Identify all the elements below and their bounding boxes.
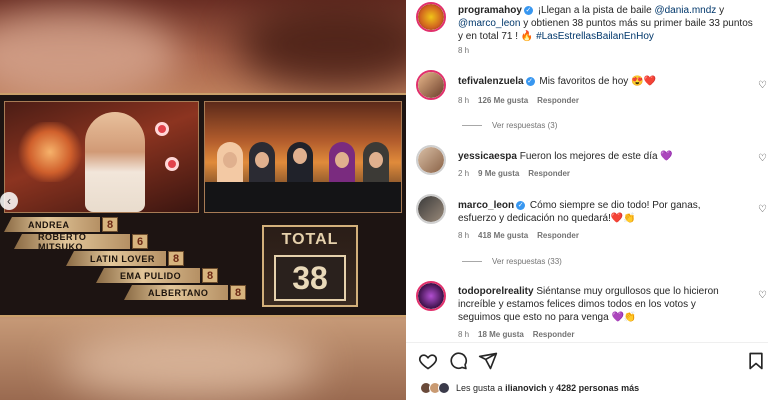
chevron-left-icon[interactable]: ‹ <box>0 192 18 210</box>
share-icon[interactable] <box>478 351 498 371</box>
total-label: TOTAL <box>281 231 339 248</box>
stage-light <box>155 122 169 136</box>
verified-badge-icon: ✓ <box>516 200 526 210</box>
tv-frame: ANDREA 8 ROBERTO MITSUKO 6 LATIN LOVER 8… <box>0 93 406 317</box>
likes-count[interactable]: 4282 personas más <box>556 383 639 393</box>
liker-avatar <box>438 382 450 394</box>
comment-time: 8 h <box>458 231 470 240</box>
comment-time: 2 h <box>458 169 470 178</box>
view-replies-button[interactable]: Ver respuestas (33) <box>462 257 562 266</box>
heart-icon[interactable]: ♡ <box>758 290 767 301</box>
judges-panel-image <box>204 101 402 213</box>
comment-author[interactable]: yessicaespa <box>458 151 517 162</box>
judge-score: 8 <box>230 285 246 300</box>
post-author[interactable]: programahoy <box>458 5 522 16</box>
judge-head <box>255 152 269 168</box>
comment-likes[interactable]: 9 Me gusta <box>478 169 519 178</box>
comment-author[interactable]: tefivalenzuela <box>458 76 524 87</box>
avatar[interactable] <box>416 2 446 32</box>
comment-likes[interactable]: 126 Me gusta <box>478 96 528 105</box>
score-row-andrea: ANDREA 8 <box>4 217 118 232</box>
judge-name: ANDREA <box>4 217 100 232</box>
judge-head <box>369 152 383 168</box>
total-value-frame: 38 <box>274 255 346 301</box>
comment-meta: 8 h 126 Me gusta Responder <box>458 96 579 105</box>
comment-meta: 2 h 9 Me gusta Responder <box>458 169 570 178</box>
post-time: 8 h <box>458 46 470 55</box>
judges-desk <box>205 182 401 212</box>
verified-badge-icon: ✓ <box>523 5 533 15</box>
post-media: ANDREA 8 ROBERTO MITSUKO 6 LATIN LOVER 8… <box>0 0 406 400</box>
score-row-albertano: ALBERTANO 8 <box>124 285 246 300</box>
likes-summary: Les gusta a ilianovich y 4282 personas m… <box>420 378 639 398</box>
judge-score: 6 <box>132 234 148 249</box>
avatar[interactable] <box>416 194 446 224</box>
reply-button[interactable]: Responder <box>533 330 575 339</box>
comment-icon[interactable] <box>448 351 468 371</box>
total-score-box: TOTAL 38 <box>262 225 358 307</box>
comment: marco_leon ✓ Cómo siempre se dio todo! Po… <box>458 199 738 225</box>
view-replies-button[interactable]: Ver respuestas (3) <box>462 121 557 130</box>
avatar[interactable] <box>416 281 446 311</box>
avatar[interactable] <box>416 70 446 100</box>
judge-score: 8 <box>102 217 118 232</box>
comment: yessicaespa Fueron los mejores de este d… <box>458 150 738 163</box>
judge-name: ALBERTANO <box>124 285 228 300</box>
comment-author[interactable]: marco_leon <box>458 200 514 211</box>
hashtag-link[interactable]: #LasEstrellasBailanEnHoy <box>536 31 654 42</box>
background-blur <box>0 10 180 100</box>
heart-icon[interactable]: ♡ <box>758 204 767 215</box>
reply-button[interactable]: Responder <box>528 169 570 178</box>
total-value: 38 <box>292 260 328 296</box>
mention-link[interactable]: @marco_leon <box>458 18 520 29</box>
comment-meta: 8 h 18 Me gusta Responder <box>458 330 575 339</box>
score-row-roberto: ROBERTO MITSUKO 6 <box>14 234 148 249</box>
comment-body: Mis favoritos de hoy 😍❤️ <box>539 76 656 87</box>
dance-stage-image <box>4 101 199 213</box>
stage-light <box>165 157 179 171</box>
instagram-post-view: ANDREA 8 ROBERTO MITSUKO 6 LATIN LOVER 8… <box>0 0 768 400</box>
liker-username[interactable]: ilianovich <box>505 383 547 393</box>
avatar[interactable] <box>416 145 446 175</box>
caption-text: y <box>719 5 725 16</box>
judge-score: 8 <box>202 268 218 283</box>
likes-prefix: Les gusta a <box>456 383 503 393</box>
fire-light <box>15 122 85 182</box>
verified-badge-icon: ✓ <box>525 76 535 86</box>
dancing-couple <box>85 112 145 212</box>
comment-time: 8 h <box>458 96 470 105</box>
judge-head <box>293 148 307 164</box>
heart-icon[interactable] <box>418 351 438 371</box>
reply-button[interactable]: Responder <box>537 96 579 105</box>
background-blur <box>236 0 406 90</box>
heart-icon[interactable]: ♡ <box>758 80 767 91</box>
likes-conj: y <box>549 383 554 393</box>
post-caption: programahoy ✓ ¡Llegan a la pista de baile… <box>458 4 754 43</box>
mention-link[interactable]: @dania.mndz <box>654 5 716 16</box>
reply-button[interactable]: Responder <box>537 231 579 240</box>
bookmark-icon[interactable] <box>746 351 766 371</box>
comment: todoporelreality Siéntanse muy orgulloso… <box>458 285 738 324</box>
caption-text: ¡Llegan a la pista de baile <box>537 5 652 16</box>
comment-likes[interactable]: 18 Me gusta <box>478 330 524 339</box>
judge-name: LATIN LOVER <box>66 251 166 266</box>
judge-name: ROBERTO MITSUKO <box>14 234 130 249</box>
comment-meta: 8 h 418 Me gusta Responder <box>458 231 579 240</box>
judge-score: 8 <box>168 251 184 266</box>
background-blur <box>60 330 320 400</box>
judge-head <box>335 152 349 168</box>
judge-head <box>223 152 237 168</box>
comment-body: Fueron los mejores de este día 💜 <box>519 151 673 162</box>
comment: tefivalenzuela ✓ Mis favoritos de hoy 😍❤️ <box>458 75 738 88</box>
comment-author[interactable]: todoporelreality <box>458 286 534 297</box>
comment-time: 8 h <box>458 330 470 339</box>
score-row-ema: EMA PULIDO 8 <box>96 268 218 283</box>
post-action-bar <box>406 342 768 378</box>
score-row-latin-lover: LATIN LOVER 8 <box>66 251 184 266</box>
judge-name: EMA PULIDO <box>96 268 200 283</box>
comment-likes[interactable]: 418 Me gusta <box>478 231 528 240</box>
heart-icon[interactable]: ♡ <box>758 153 767 164</box>
comments-panel: programahoy ✓ ¡Llegan a la pista de baile… <box>406 0 768 400</box>
